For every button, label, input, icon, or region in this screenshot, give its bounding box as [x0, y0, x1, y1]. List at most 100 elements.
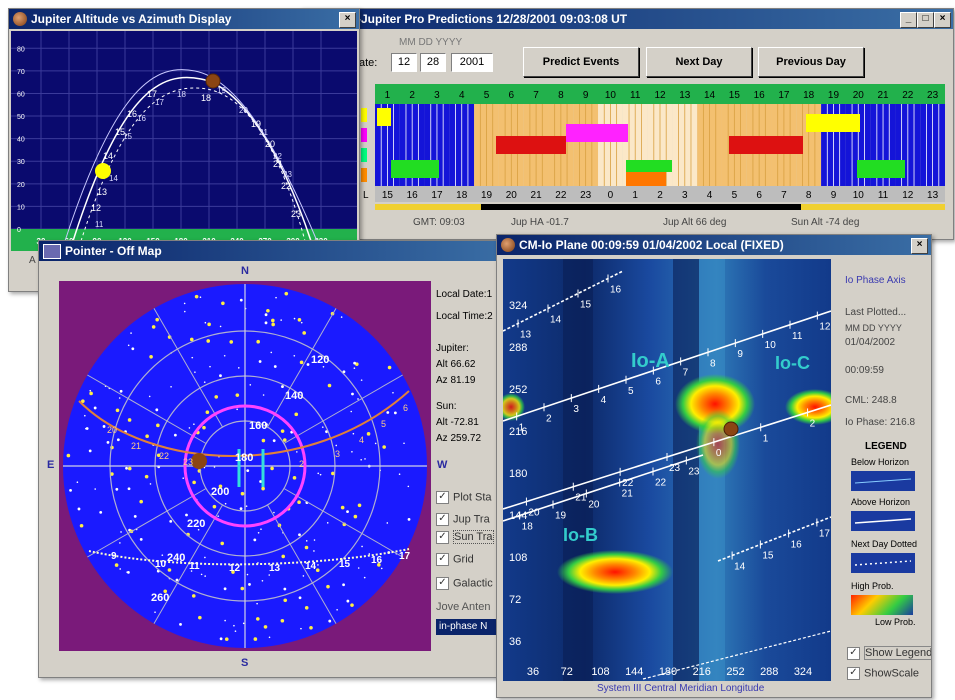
track-hour-label: 3: [573, 404, 579, 415]
hour-bottom-label: 18: [456, 190, 468, 201]
star: [280, 618, 285, 623]
jupiter-label: Jupiter:: [436, 343, 469, 354]
day-field[interactable]: 28: [420, 53, 446, 72]
star: [273, 365, 277, 368]
jupiter-hour-label: 23: [183, 457, 193, 467]
predict-events-button[interactable]: Predict Events: [523, 47, 639, 77]
star: [297, 500, 301, 505]
show-legend-checkbox[interactable]: ✓ Show Legend: [847, 646, 931, 661]
hour-top-label: 2: [409, 90, 415, 101]
jupiter-marker: [191, 453, 207, 469]
star: [350, 410, 353, 413]
star: [198, 615, 202, 620]
star: [281, 554, 286, 559]
minimize-button[interactable]: _: [900, 12, 917, 28]
hour-label: 20: [239, 106, 248, 115]
star: [282, 438, 287, 442]
track-hour-label: 14: [550, 315, 562, 326]
checkbox-label: Galactic: [453, 577, 493, 590]
grid-checkbox[interactable]: ✓ Grid: [436, 553, 474, 566]
hour-top-label: 18: [803, 90, 815, 101]
close-button[interactable]: ×: [339, 12, 356, 28]
jup-track-checkbox[interactable]: ✓ Jup Tra: [436, 513, 490, 526]
altaz-plot-area: [11, 31, 357, 251]
sun-hour-label: 9: [111, 551, 117, 562]
star: [353, 514, 358, 519]
star: [271, 322, 275, 327]
event-block: [566, 124, 628, 142]
star: [292, 476, 297, 480]
star: [106, 440, 110, 444]
legend-below-horizon: Below Horizon: [851, 457, 910, 467]
track-hour-label: 16: [791, 540, 803, 551]
star: [357, 503, 362, 508]
cmio-plot[interactable]: 1314151612345678910111220212223012181920…: [503, 259, 831, 681]
hour-bottom-label: 2: [657, 190, 663, 201]
star: [246, 469, 250, 473]
next-day-button[interactable]: Next Day: [646, 47, 752, 77]
star: [220, 541, 225, 546]
pointer-titlebar[interactable]: Pointer - Off Map: [39, 241, 509, 261]
star: [340, 505, 345, 510]
star: [261, 486, 265, 491]
star: [294, 412, 299, 417]
galactic-checkbox[interactable]: ✓ Galactic: [436, 577, 493, 590]
month-field[interactable]: 12: [391, 53, 417, 72]
cmio-titlebar[interactable]: CM-Io Plane 00:09:59 01/04/2002 Local (F…: [497, 235, 931, 255]
legend-prob-gradient: [851, 595, 913, 615]
jupiter-hour-label: 20: [107, 425, 117, 435]
star: [77, 507, 81, 511]
sun-alt: Alt -72.81: [436, 417, 479, 428]
star: [120, 531, 122, 533]
track-hour-label: 13: [520, 330, 532, 341]
star: [204, 575, 206, 577]
close-button[interactable]: ×: [934, 12, 951, 28]
year-field[interactable]: 2001: [451, 53, 493, 72]
hour-bottom-label: 19: [481, 190, 493, 201]
cml-tick-label: 288: [509, 342, 527, 354]
jupiter-hour-label: 6: [403, 403, 408, 413]
maximize-button[interactable]: □: [917, 12, 934, 28]
sun-hour-label: 15: [339, 559, 351, 570]
close-button[interactable]: ×: [911, 238, 928, 254]
predictions-titlebar[interactable]: -Jupiter Pro Predictions 12/28/2001 09:0…: [301, 9, 953, 29]
star: [315, 568, 320, 573]
date-format-hint: MM DD YYYY: [399, 37, 463, 48]
plot-stars-checkbox[interactable]: ✓ Plot Sta: [436, 491, 492, 504]
star: [340, 316, 343, 318]
star: [357, 398, 359, 400]
hour-bottom-label: 12: [902, 190, 914, 201]
swatch-yellow: [361, 108, 367, 122]
antenna-app-icon: [43, 244, 61, 259]
track-hour-label: 9: [737, 349, 743, 360]
sky-map[interactable]: 120140160180200220240260910 11 12 13 14 15 16 1…: [59, 281, 431, 651]
hour-bottom-label: 6: [756, 190, 762, 201]
track-hour-label: 17: [819, 529, 831, 540]
star: [351, 392, 354, 396]
star: [155, 408, 159, 412]
star: [93, 406, 97, 410]
checkbox-label: Jup Tra: [453, 513, 490, 526]
sun-track-checkbox[interactable]: ✓ Sun Tra: [436, 530, 494, 545]
star: [270, 466, 274, 471]
star: [221, 301, 225, 306]
jupiter-az: Az 81.19: [436, 375, 476, 386]
previous-day-button[interactable]: Previous Day: [758, 47, 864, 77]
star: [393, 411, 397, 415]
show-scale-checkbox[interactable]: ✓ ShowScale: [847, 667, 919, 680]
checkbox-box: ✓: [847, 667, 860, 680]
cml-tick-label: 252: [726, 666, 744, 678]
star: [352, 432, 355, 435]
altaz-titlebar[interactable]: Jupiter Altitude vs Azimuth Display: [9, 9, 359, 29]
track-hour-label: 21: [622, 489, 634, 500]
legend-next-day-swatch: [851, 553, 915, 573]
alt-tick-label: 10: [17, 204, 25, 211]
hour-top-label: 5: [484, 90, 490, 101]
star: [191, 594, 196, 598]
alt-tick-label: 70: [17, 69, 25, 76]
star: [84, 414, 86, 417]
star: [125, 466, 128, 470]
hour-bottom-label: 16: [407, 190, 419, 201]
star: [207, 322, 211, 327]
star: [185, 513, 188, 517]
